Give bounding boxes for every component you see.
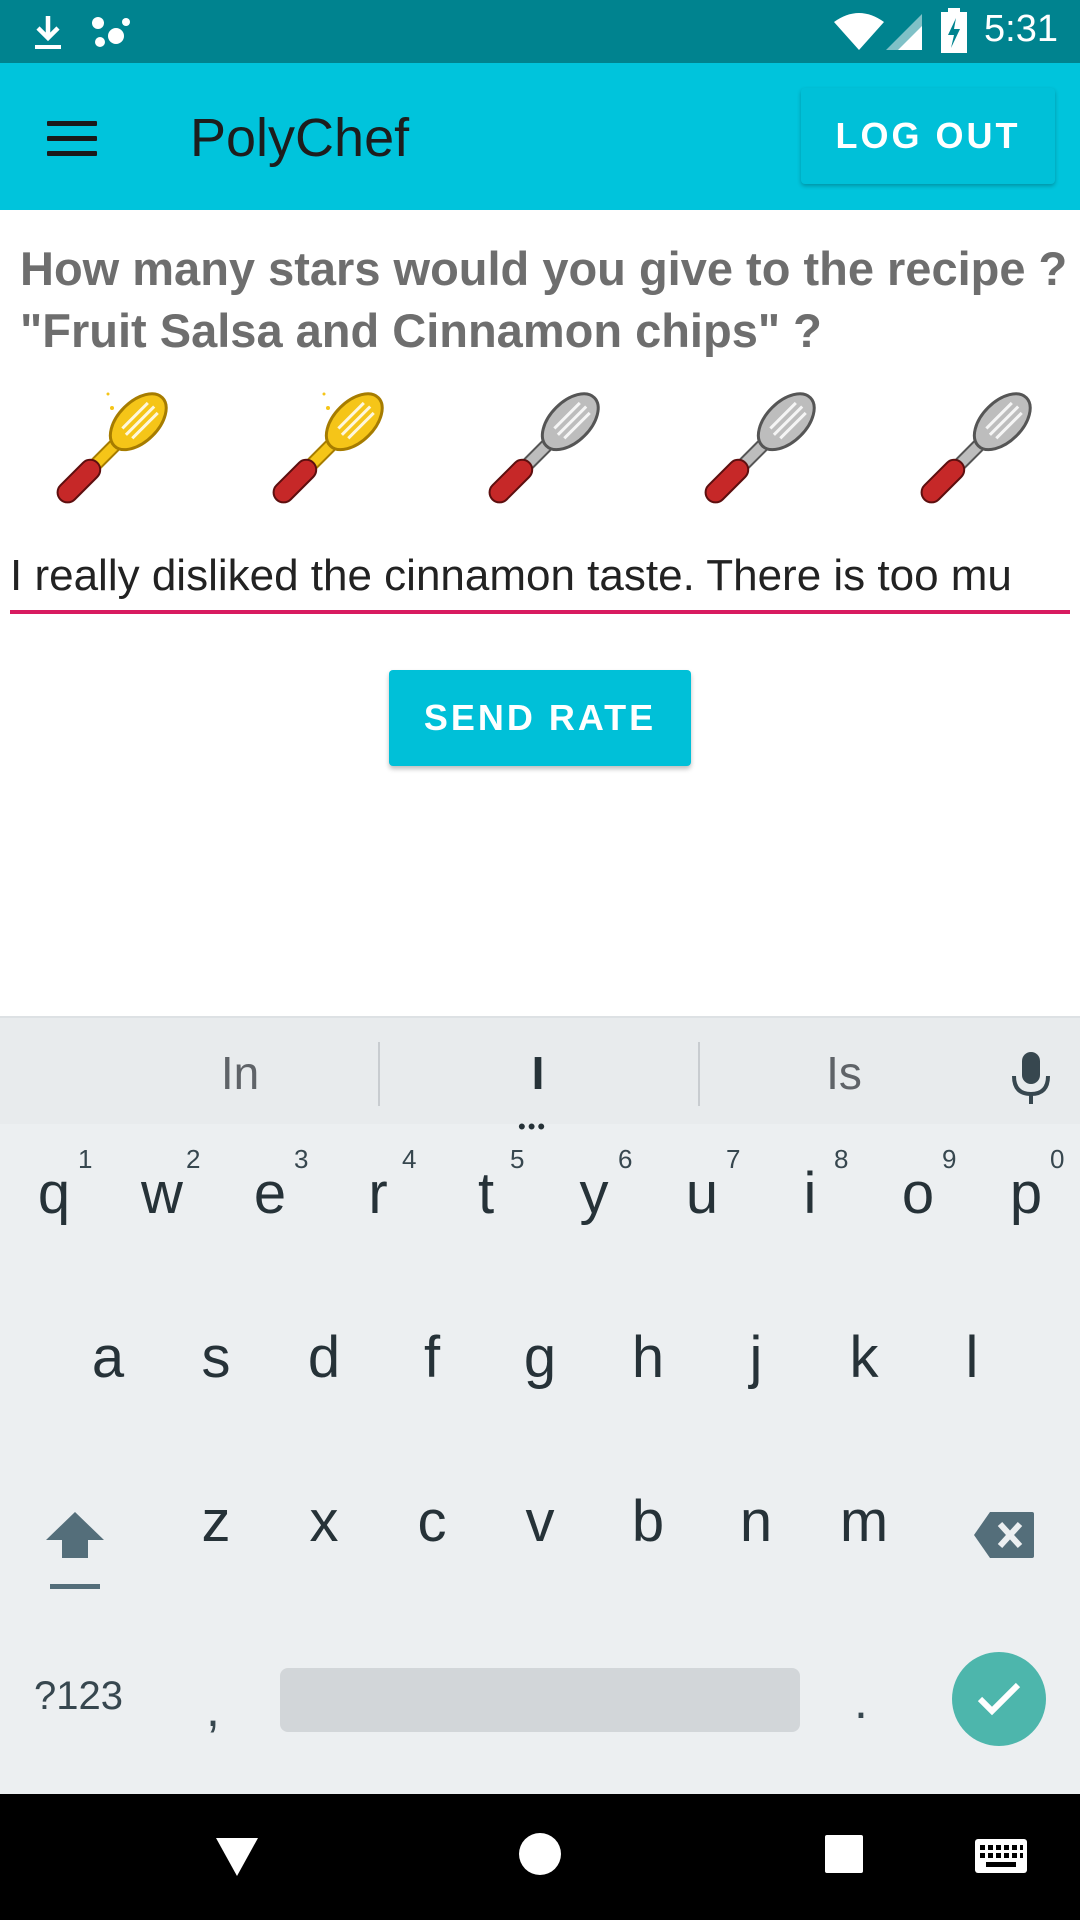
suggestion-divider — [698, 1042, 700, 1106]
suggestion-i[interactable]: I — [438, 1046, 638, 1100]
assistant-dots-icon — [92, 17, 130, 47]
spoon-star-empty-icon[interactable] — [688, 380, 828, 520]
rating-question: How many stars would you give to the rec… — [20, 242, 1068, 357]
app-title: PolyChef — [190, 108, 410, 168]
navigation-bar — [0, 1794, 1080, 1920]
key-c[interactable]: c — [378, 1488, 486, 1555]
key-h[interactable]: h — [594, 1324, 702, 1391]
key-l[interactable]: l — [918, 1324, 1026, 1391]
suggestion-bar: In I ••• Is — [0, 1016, 1080, 1139]
status-time: 5:31 — [984, 8, 1058, 50]
back-icon[interactable] — [214, 1834, 260, 1878]
key-v[interactable]: v — [486, 1488, 594, 1555]
key-a[interactable]: a — [54, 1324, 162, 1391]
key-hint-0: 0 — [1050, 1144, 1065, 1174]
home-icon[interactable] — [518, 1832, 562, 1876]
menu-icon[interactable] — [30, 103, 114, 173]
soft-keyboard: In I ••• Is q1w2e3r4t5y6u7i8o9p0asdfghjk… — [0, 1016, 1080, 1794]
key-j[interactable]: j — [702, 1324, 810, 1391]
download-icon — [35, 16, 61, 49]
key-d[interactable]: d — [270, 1324, 378, 1391]
app-bar: PolyChef LOG OUT — [0, 63, 1080, 210]
spoon-star-empty-icon[interactable] — [904, 380, 1044, 520]
status-bar: 5:31 — [0, 0, 1080, 63]
checkmark-icon — [977, 1682, 1021, 1716]
key-n[interactable]: n — [702, 1488, 810, 1555]
suggestion-in[interactable]: In — [140, 1046, 340, 1100]
period-key[interactable]: . — [854, 1672, 868, 1730]
suggestion-is[interactable]: Is — [744, 1046, 944, 1100]
comma-key[interactable]: , — [206, 1680, 220, 1738]
enter-key[interactable] — [952, 1652, 1046, 1746]
recents-icon[interactable] — [824, 1834, 864, 1874]
wifi-icon — [834, 13, 884, 50]
key-hint-9: 9 — [942, 1144, 957, 1174]
rating-bar[interactable] — [0, 380, 1080, 520]
key-x[interactable]: x — [270, 1488, 378, 1555]
key-f[interactable]: f — [378, 1324, 486, 1391]
spoon-star-filled-icon[interactable] — [256, 380, 396, 520]
spoon-star-filled-icon[interactable] — [40, 380, 180, 520]
key-hint-8: 8 — [834, 1144, 849, 1174]
logout-button[interactable]: LOG OUT — [801, 88, 1055, 184]
comment-input[interactable]: I really disliked the cinnamon taste. Th… — [10, 540, 1070, 612]
comment-underline — [10, 610, 1070, 614]
spoon-star-empty-icon[interactable] — [472, 380, 612, 520]
keyboard-icon[interactable] — [974, 1838, 1028, 1874]
backspace-icon[interactable] — [972, 1510, 1036, 1560]
key-b[interactable]: b — [594, 1488, 702, 1555]
key-hint-4: 4 — [402, 1144, 417, 1174]
shift-icon[interactable] — [44, 1510, 106, 1594]
space-key[interactable] — [280, 1668, 800, 1732]
key-z[interactable]: z — [162, 1488, 270, 1555]
signal-icon — [886, 14, 922, 50]
send-rate-button[interactable]: SEND RATE — [389, 670, 691, 766]
key-hint-7: 7 — [726, 1144, 741, 1174]
key-hint-6: 6 — [618, 1144, 633, 1174]
key-m[interactable]: m — [810, 1488, 918, 1555]
symbols-key[interactable]: ?123 — [34, 1674, 123, 1719]
suggestion-divider — [378, 1042, 380, 1106]
key-hint-2: 2 — [186, 1144, 201, 1174]
key-k[interactable]: k — [810, 1324, 918, 1391]
battery-charging-icon — [941, 8, 967, 53]
key-g[interactable]: g — [486, 1324, 594, 1391]
key-hint-1: 1 — [78, 1144, 93, 1174]
key-s[interactable]: s — [162, 1324, 270, 1391]
microphone-icon[interactable] — [1010, 1050, 1052, 1106]
suggestion-more-dots: ••• — [518, 1114, 548, 1139]
key-hint-5: 5 — [510, 1144, 525, 1174]
key-hint-3: 3 — [294, 1144, 309, 1174]
